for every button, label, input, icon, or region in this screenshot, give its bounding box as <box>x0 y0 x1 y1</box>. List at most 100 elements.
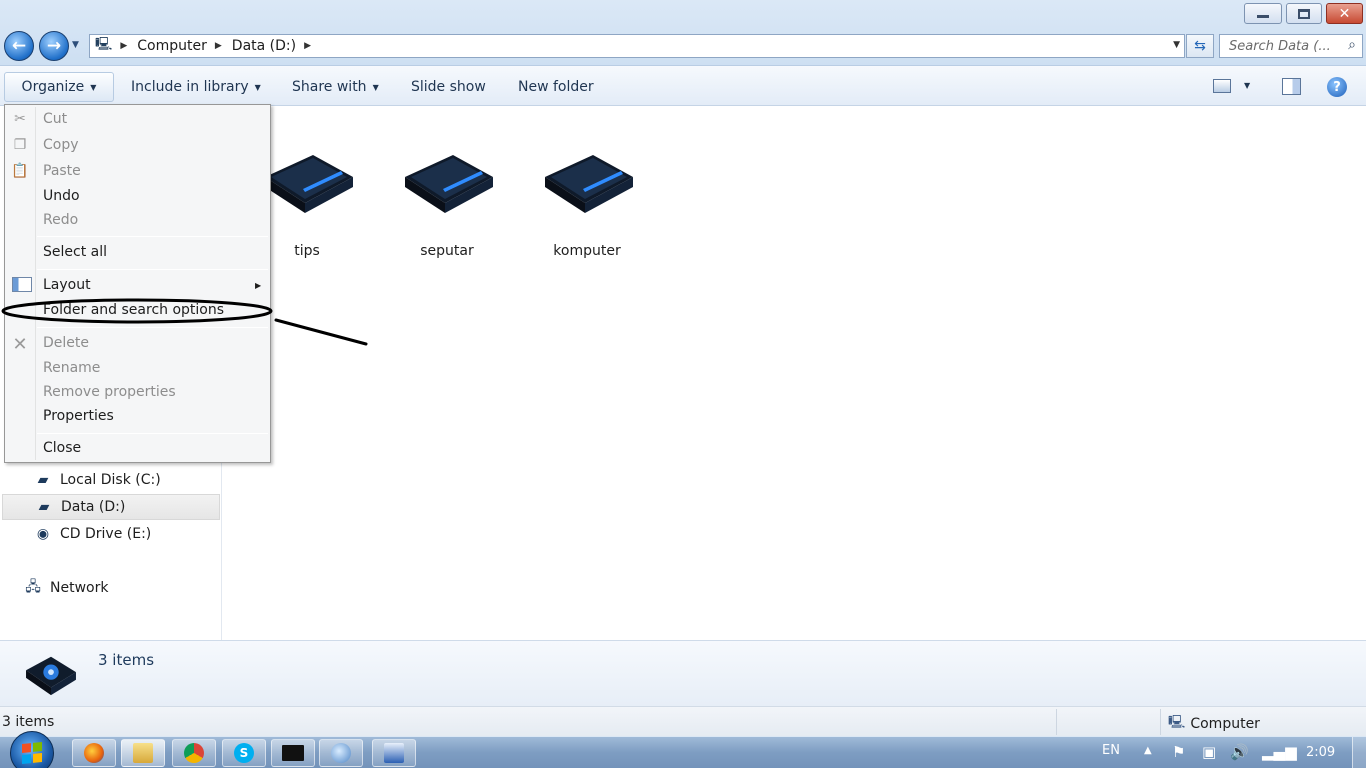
status-location: 🖳 Computer <box>1168 713 1260 735</box>
menu-separator <box>37 236 268 237</box>
scissors-icon: ✂ <box>14 111 26 127</box>
close-icon: ✕ <box>1338 5 1351 22</box>
refresh-button[interactable]: ⇆ <box>1186 34 1214 58</box>
menu-item-paste[interactable]: Paste <box>43 163 81 179</box>
restore-button[interactable] <box>1286 3 1322 24</box>
status-divider <box>1056 709 1057 735</box>
nav-item-data-d[interactable]: ▰ Data (D:) <box>2 494 220 520</box>
chrome-icon <box>184 743 204 763</box>
drive-details-icon <box>26 656 76 696</box>
skype-icon: S <box>234 743 254 763</box>
app-icon <box>331 743 351 763</box>
taskbar-skype[interactable]: S <box>222 739 266 767</box>
nav-item-local-disk-c[interactable]: ▰ Local Disk (C:) <box>34 468 161 492</box>
nav-item-label: CD Drive (E:) <box>60 526 152 542</box>
new-folder-button[interactable]: New folder <box>518 72 594 102</box>
status-location-label: Computer <box>1190 716 1260 732</box>
search-icon[interactable]: ⌕ <box>1348 37 1356 53</box>
submenu-arrow-icon: ▶ <box>255 281 262 290</box>
status-divider <box>1160 709 1161 735</box>
organize-menu: ✂ Cut ❐ Copy 📋 Paste Undo Redo Select al… <box>4 104 271 463</box>
computer-icon: 🖳 <box>1168 715 1186 730</box>
dropdown-arrow-icon: ▼ <box>372 82 379 92</box>
menu-item-close[interactable]: Close <box>43 440 81 456</box>
status-bar: 3 items 🖳 Computer <box>0 706 1366 736</box>
recent-pages-dropdown-icon[interactable]: ▼ <box>72 40 79 50</box>
menu-separator <box>37 433 268 434</box>
organize-button[interactable]: Organize ▼ <box>4 72 114 102</box>
address-bar[interactable]: 🖳 ▶ Computer ▶ Data (D:) ▶ ▼ <box>89 34 1185 58</box>
nav-item-label: Local Disk (C:) <box>60 472 161 488</box>
taskbar-word[interactable] <box>372 739 416 767</box>
include-in-library-button[interactable]: Include in library ▼ <box>131 72 261 102</box>
details-pane: 3 items <box>0 640 1366 706</box>
menu-item-properties[interactable]: Properties <box>43 408 114 424</box>
search-input[interactable] <box>1229 38 1339 54</box>
search-box[interactable]: ⌕ <box>1219 34 1363 58</box>
folder-label: seputar <box>420 243 474 259</box>
close-button[interactable]: ✕ <box>1326 3 1363 24</box>
network-icon: 🖧 <box>25 579 41 595</box>
menu-item-redo[interactable]: Redo <box>43 212 78 228</box>
menu-item-select-all[interactable]: Select all <box>43 244 107 260</box>
drive-folder-icon <box>545 155 633 213</box>
language-indicator[interactable]: EN <box>1102 743 1120 758</box>
command-bar: Organize ▼ Include in library ▼ Share with… <box>0 66 1366 106</box>
taskbar-app[interactable] <box>319 739 363 767</box>
hard-disk-icon: ▰ <box>38 499 50 515</box>
taskbar-explorer[interactable] <box>121 739 165 767</box>
help-icon[interactable]: ? <box>1327 77 1347 97</box>
menu-item-undo[interactable]: Undo <box>43 188 80 204</box>
minimize-button[interactable] <box>1244 3 1282 24</box>
nav-item-cd-drive-e[interactable]: ◉ CD Drive (E:) <box>34 522 151 546</box>
forward-button[interactable]: → <box>39 31 69 61</box>
breadcrumb-chevron-icon[interactable]: ▶ <box>120 41 127 51</box>
safely-remove-device-icon[interactable]: ▣ <box>1202 743 1216 761</box>
firefox-icon <box>84 743 104 763</box>
menu-item-rename[interactable]: Rename <box>43 360 100 376</box>
breadcrumb-data-drive[interactable]: Data (D:) <box>232 38 296 54</box>
folder-item[interactable]: komputer <box>522 147 652 259</box>
breadcrumb-chevron-icon[interactable]: ▶ <box>215 41 222 51</box>
show-hidden-icons-icon[interactable]: ▲ <box>1144 745 1152 756</box>
slide-show-button[interactable]: Slide show <box>411 72 486 102</box>
taskbar-chrome[interactable] <box>172 739 216 767</box>
taskbar-firefox[interactable] <box>72 739 116 767</box>
address-dropdown-icon[interactable]: ▼ <box>1173 40 1180 50</box>
back-button[interactable]: ← <box>4 31 34 61</box>
command-prompt-icon <box>282 745 304 761</box>
menu-separator <box>37 327 268 328</box>
change-view-icon[interactable] <box>1213 79 1231 93</box>
folder-label: komputer <box>553 243 621 259</box>
menu-item-copy[interactable]: Copy <box>43 137 79 153</box>
slide-show-label: Slide show <box>411 79 486 95</box>
menu-item-cut[interactable]: Cut <box>43 111 67 127</box>
breadcrumb-chevron-icon[interactable]: ▶ <box>304 41 311 51</box>
file-list-area[interactable]: tips seputar komputer <box>223 107 1366 640</box>
folder-item[interactable]: seputar <box>382 147 512 259</box>
dropdown-arrow-icon: ▼ <box>90 82 97 92</box>
breadcrumb-computer[interactable]: Computer <box>137 38 207 54</box>
details-item-count: 3 items <box>98 651 155 669</box>
minimize-icon <box>1257 15 1269 18</box>
menu-item-remove-properties[interactable]: Remove properties <box>43 384 176 400</box>
hard-disk-icon: ▰ <box>37 472 49 488</box>
menu-item-layout[interactable]: Layout <box>43 277 91 293</box>
preview-pane-icon[interactable] <box>1282 78 1301 95</box>
paste-icon: 📋 <box>11 163 29 179</box>
share-with-button[interactable]: Share with ▼ <box>292 72 379 102</box>
network-signal-icon[interactable]: ▂▄▆ <box>1262 743 1297 761</box>
view-options-dropdown-icon[interactable]: ▼ <box>1244 81 1250 90</box>
start-button[interactable] <box>10 731 54 768</box>
share-with-label: Share with <box>292 79 367 95</box>
taskbar-command-prompt[interactable] <box>271 739 315 767</box>
include-in-library-label: Include in library <box>131 79 249 95</box>
menu-item-delete[interactable]: Delete <box>43 335 89 351</box>
nav-item-network[interactable]: 🖧 Network <box>24 576 108 600</box>
action-center-flag-icon[interactable]: ⚑ <box>1172 743 1185 761</box>
drive-folder-icon <box>265 155 353 213</box>
clock[interactable]: 2:09 <box>1306 745 1335 760</box>
volume-icon[interactable]: 🔊 <box>1230 743 1249 761</box>
show-desktop-button[interactable] <box>1352 737 1366 768</box>
menu-item-folder-and-search-options[interactable]: Folder and search options <box>43 302 224 318</box>
